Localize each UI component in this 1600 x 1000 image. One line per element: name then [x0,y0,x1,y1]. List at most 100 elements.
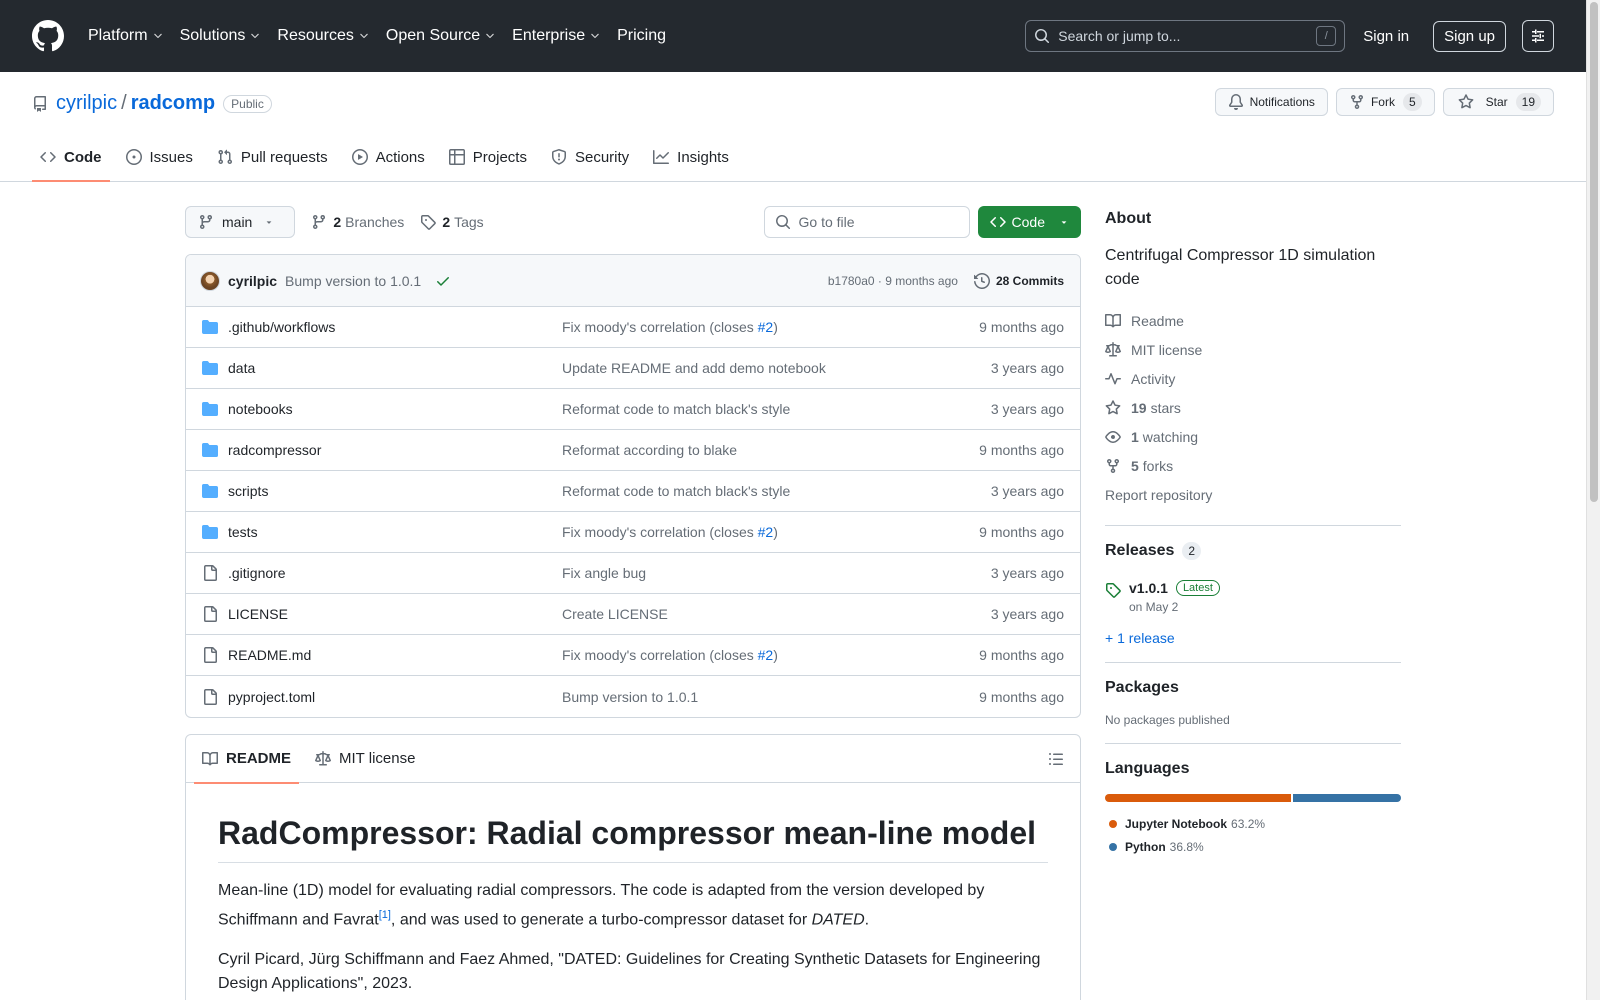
footnote-link[interactable]: [1] [379,909,391,921]
repo-title: cyrilpic / radcomp Public [32,92,272,115]
file-name-link[interactable]: data [228,360,562,376]
file-commit-message[interactable]: Create LICENSE [562,606,991,622]
tab-pull-requests[interactable]: Pull requests [209,133,336,181]
release-info: v1.0.1 Latest on May 2 [1129,580,1220,614]
file-navigation: main 2 Branches 2 Tags Go to file Code [185,206,1081,238]
bell-icon [1228,94,1243,110]
tab-security[interactable]: Security [543,133,637,181]
activity-link[interactable]: Activity [1105,364,1401,393]
tab-license[interactable]: MIT license [307,735,423,783]
license-link[interactable]: MIT license [1105,335,1401,364]
file-name-link[interactable]: .gitignore [228,565,562,581]
file-commit-message[interactable]: Reformat code to match black's style [562,483,991,499]
sign-in-link[interactable]: Sign in [1363,28,1409,45]
releases-title[interactable]: Releases [1105,542,1174,560]
list-unordered-icon[interactable] [1048,751,1064,767]
page-scrollbar[interactable] [1586,0,1600,1000]
forks-link[interactable]: 5 forks [1105,451,1401,480]
star-button[interactable]: Star 19 [1442,88,1554,116]
scrollbar-thumb[interactable] [1590,2,1598,502]
file-name-link[interactable]: README.md [228,647,562,663]
branches-link[interactable]: 2 Branches [311,214,404,230]
repo-owner-link[interactable]: cyrilpic [56,92,117,115]
file-list: .github/workflows Fix moody's correlation… [186,307,1080,717]
folder-icon [202,484,218,498]
commits-history-link[interactable]: 28 Commits [973,272,1064,289]
notifications-button[interactable]: Notifications [1214,88,1328,116]
file-name-link[interactable]: .github/workflows [228,319,562,335]
commit-author-link[interactable]: cyrilpic [228,273,277,289]
branch-select-button[interactable]: main [185,206,296,238]
folder-icon-wrap [202,483,218,499]
file-commit-message[interactable]: Fix moody's correlation (closes #2) [562,524,979,540]
repo-name-link[interactable]: radcomp [131,92,215,115]
tab-insights[interactable]: Insights [645,133,737,181]
tab-projects[interactable]: Projects [441,133,535,181]
packages-heading[interactable]: Packages [1105,679,1401,697]
file-name-link[interactable]: LICENSE [228,606,562,622]
chevron-down-icon [360,33,368,39]
file-commit-message[interactable]: Fix moody's correlation (closes #2) [562,319,979,335]
commit-sha-time[interactable]: b1780a0 · 9 months ago [828,274,958,288]
code-dropdown-button[interactable]: Code [977,206,1081,238]
nav-platform[interactable]: Platform [88,27,164,45]
file-name-link[interactable]: scripts [228,483,562,499]
more-releases-link[interactable]: + 1 release [1105,630,1401,646]
table-row: notebooks Reformat code to match black's … [186,389,1080,430]
file-name-link[interactable]: radcompressor [228,442,562,458]
latest-release[interactable]: v1.0.1 Latest on May 2 [1105,580,1401,614]
nav-solutions[interactable]: Solutions [180,27,262,45]
file-commit-message[interactable]: Reformat code to match black's style [562,401,991,417]
go-to-file-input[interactable]: Go to file [763,206,970,238]
file-commit-message[interactable]: Bump version to 1.0.1 [562,689,979,705]
issue-ref-link[interactable]: #2 [758,319,774,335]
fork-count: 5 [1402,93,1422,111]
header-menu-button[interactable] [1522,20,1554,52]
avatar[interactable] [200,270,220,291]
readme-link[interactable]: Readme [1105,306,1401,335]
sign-up-button[interactable]: Sign up [1433,20,1506,52]
language-item[interactable]: Python 36.8% [1105,835,1401,858]
language-item[interactable]: Jupyter Notebook 63.2% [1105,812,1401,835]
table-row: LICENSE Create LICENSE 3 years ago [186,594,1080,635]
tab-readme[interactable]: README [194,735,300,784]
about-description: Centrifugal Compressor 1D simulation cod… [1105,247,1376,288]
file-name-link[interactable]: pyproject.toml [228,689,562,705]
watchers-link[interactable]: 1 watching [1105,422,1401,451]
issue-ref-link[interactable]: #2 [758,524,774,540]
nav-resources[interactable]: Resources [277,27,369,45]
languages-heading: Languages [1105,760,1190,777]
table-row: radcompressor Reformat according to blake… [186,430,1080,471]
search-icon [775,215,790,230]
repo-actions: Notifications Fork 5 Star 19 [1214,88,1554,116]
file-name-link[interactable]: notebooks [228,401,562,417]
report-repository-link[interactable]: Report repository [1105,480,1401,509]
nav-open-source[interactable]: Open Source [386,27,496,45]
nav-pricing[interactable]: Pricing [617,27,666,45]
global-search-input[interactable]: Search or jump to... / [1025,20,1346,52]
stars-link[interactable]: 19 stars [1105,393,1401,422]
fork-button[interactable]: Fork 5 [1335,88,1435,116]
tags-link[interactable]: 2 Tags [420,214,484,230]
tab-actions[interactable]: Actions [344,133,433,181]
file-commit-message[interactable]: Update README and add demo notebook [562,360,991,376]
file-commit-message[interactable]: Fix moody's correlation (closes #2) [562,647,979,663]
book-icon [1105,313,1121,327]
latest-badge: Latest [1175,580,1220,596]
shield-icon [551,149,566,165]
file-name-link[interactable]: tests [228,524,562,540]
readme-paragraph: Mean-line (1D) model for evaluating radi… [218,882,985,929]
commit-message-link[interactable]: Bump version to 1.0.1 [285,273,421,289]
file-commit-date: 3 years ago [990,401,1064,417]
file-commit-date: 9 months ago [979,524,1064,540]
file-commit-message[interactable]: Reformat according to blake [562,442,979,458]
tab-issues[interactable]: Issues [118,133,201,181]
nav-enterprise[interactable]: Enterprise [512,27,601,45]
issue-ref-link[interactable]: #2 [758,647,774,663]
tab-code[interactable]: Code [32,133,110,182]
github-logo-icon[interactable] [32,20,64,52]
check-icon[interactable] [435,273,451,289]
folder-icon-wrap [202,401,218,417]
file-commit-message[interactable]: Fix angle bug [562,565,991,581]
file-commit-date: 9 months ago [979,647,1064,663]
